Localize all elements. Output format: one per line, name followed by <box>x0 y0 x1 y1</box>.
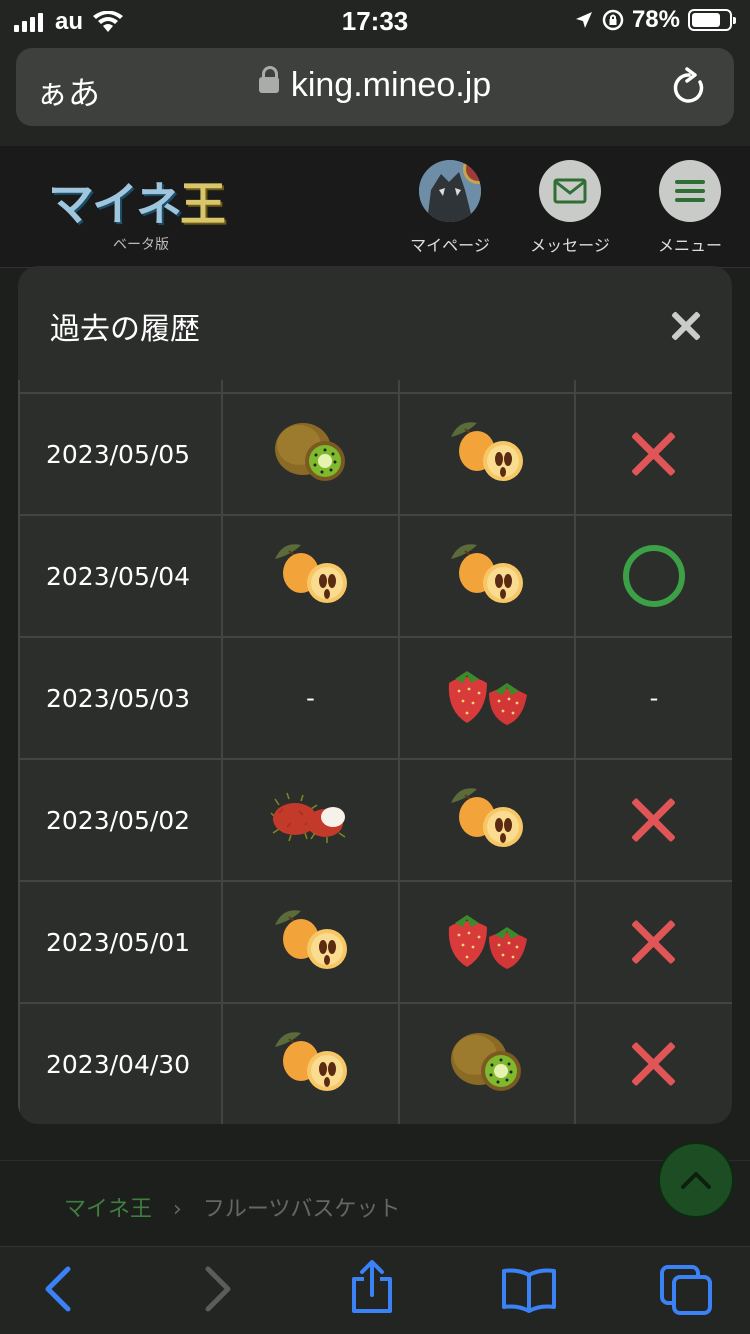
date-cell: 2023/05/05 <box>18 394 223 514</box>
cross-icon <box>632 1042 676 1086</box>
loquat-icon <box>269 905 353 979</box>
date-cell: 2023/05/03 <box>18 638 223 758</box>
loquat-icon <box>445 417 529 491</box>
modal-title: 過去の履歴 <box>50 312 200 347</box>
breadcrumb-home[interactable]: マイネ王 <box>64 1197 152 1222</box>
fruit-cell <box>400 882 576 1002</box>
safari-bottom-toolbar <box>0 1246 750 1334</box>
date-cell: 2023/05/01 <box>18 882 223 1002</box>
table-row: 2023/05/05 <box>18 394 732 516</box>
battery-icon <box>688 9 736 31</box>
fruit-cell <box>223 882 400 1002</box>
avatar: ! <box>419 160 481 222</box>
browser-toolbar: ぁあ king.mineo.jp <box>0 40 750 146</box>
mypage-button[interactable]: ! マイページ <box>400 160 500 256</box>
dash-text: - <box>649 684 659 712</box>
fruit-cell <box>400 1004 576 1124</box>
table-row: 2023/05/02 <box>18 760 732 882</box>
bookmarks-icon[interactable] <box>500 1267 558 1313</box>
reload-icon[interactable] <box>670 66 708 108</box>
fruit-cell <box>223 1004 400 1124</box>
strawberry-icon <box>441 661 533 735</box>
fruit-cell <box>400 394 576 514</box>
status-bar: au 17:33 78% <box>0 0 750 40</box>
result-cell <box>576 760 732 880</box>
cross-icon <box>632 432 676 476</box>
fruit-cell <box>400 638 576 758</box>
loquat-icon <box>269 1027 353 1101</box>
message-button[interactable]: メッセージ <box>520 160 620 256</box>
result-cell <box>576 516 732 636</box>
fruit-cell <box>400 760 576 880</box>
kiwi-icon <box>269 417 353 491</box>
empty-cell: - <box>223 638 400 758</box>
fruit-cell <box>223 394 400 514</box>
result-cell: - <box>576 638 732 758</box>
date-cell: 2023/05/04 <box>18 516 223 636</box>
fruit-cell <box>400 516 576 636</box>
table-row: 2023/05/03 - - <box>18 638 732 760</box>
loquat-icon <box>445 539 529 613</box>
site-header: マイネ王 ベータ版 ! マイページ メッセージ メニュー <box>0 146 750 268</box>
kiwi-icon <box>445 1027 529 1101</box>
date-cell: 2023/05/02 <box>18 760 223 880</box>
address-bar[interactable]: ぁあ king.mineo.jp <box>16 48 734 126</box>
share-icon[interactable] <box>348 1259 396 1315</box>
table-header-stub <box>18 380 732 394</box>
rambutan-icon <box>269 783 353 857</box>
orientation-lock-icon <box>602 9 624 31</box>
location-icon <box>575 12 592 28</box>
breadcrumb-current: フルーツバスケット <box>202 1197 401 1222</box>
dash-text: - <box>306 684 315 712</box>
loquat-icon <box>445 783 529 857</box>
strawberry-icon <box>441 905 533 979</box>
logo-text-king: 王 <box>180 177 226 231</box>
history-modal: 過去の履歴 2023/05/05 2023/05/04 2023/05/03- -20… <box>18 266 732 1124</box>
circle-icon <box>623 545 685 607</box>
breadcrumb: マイネ王 › フルーツバスケット <box>64 1191 400 1223</box>
lock-icon <box>258 66 279 94</box>
result-cell <box>576 882 732 1002</box>
menu-button[interactable]: メニュー <box>640 160 740 256</box>
history-table[interactable]: 2023/05/05 2023/05/04 2023/05/03- -2023/05/… <box>18 380 732 1124</box>
breadcrumb-separator: › <box>173 1197 182 1222</box>
fruit-cell <box>223 516 400 636</box>
url-text[interactable]: king.mineo.jp <box>291 66 491 104</box>
back-icon[interactable] <box>42 1265 74 1313</box>
result-cell <box>576 394 732 514</box>
hamburger-icon <box>675 180 705 202</box>
loquat-icon <box>269 539 353 613</box>
scroll-to-top-button[interactable] <box>658 1142 734 1218</box>
beta-label: ベータ版 <box>113 237 169 253</box>
footer-breadcrumb-area: マイネ王 › フルーツバスケット <box>0 1160 750 1246</box>
mypage-label: マイページ <box>410 236 490 255</box>
chevron-up-icon <box>681 1172 711 1189</box>
envelope-icon <box>553 178 587 204</box>
table-row: 2023/05/04 <box>18 516 732 638</box>
cross-icon <box>632 798 676 842</box>
logo-text: マイネ <box>48 177 182 231</box>
message-label: メッセージ <box>530 236 610 255</box>
table-row: 2023/05/01 <box>18 882 732 1004</box>
menu-label: メニュー <box>657 236 722 255</box>
site-logo[interactable]: マイネ王 ベータ版 <box>48 168 226 254</box>
cross-icon <box>632 920 676 964</box>
tabs-icon[interactable] <box>658 1263 714 1317</box>
close-icon[interactable] <box>670 310 702 342</box>
battery-percent: 78% <box>631 6 680 33</box>
result-cell <box>576 1004 732 1124</box>
forward-icon[interactable] <box>202 1265 234 1313</box>
table-row: 2023/04/30 <box>18 1004 732 1124</box>
fruit-cell <box>223 760 400 880</box>
date-cell: 2023/04/30 <box>18 1004 223 1124</box>
